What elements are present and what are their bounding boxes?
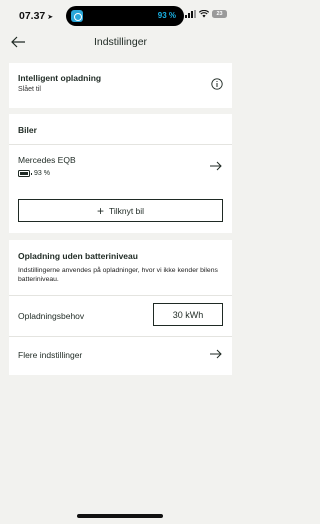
smart-charging-title: Intelligent opladning [18, 73, 102, 83]
header: Indstillinger [0, 30, 241, 56]
info-icon[interactable] [211, 78, 223, 90]
status-time: 07.37 ➤ [19, 10, 53, 22]
wifi-icon [199, 10, 209, 18]
smart-charging-card[interactable]: Intelligent opladning Slået til [9, 63, 232, 108]
divider [9, 144, 232, 145]
charging-need-input[interactable]: 30 kWh [153, 303, 223, 326]
plus-icon: + [96, 203, 104, 218]
no-battery-title: Opladning uden batteriniveau [18, 251, 138, 261]
battery-status-icon: 23 [212, 10, 227, 18]
status-icons: 23 [185, 10, 227, 18]
connect-car-label: Tilknyt bil [108, 205, 145, 216]
page-title: Indstillinger [93, 36, 148, 48]
arrow-right-icon[interactable] [209, 349, 223, 359]
status-bar: 07.37 ➤ 93 % 23 [0, 0, 241, 30]
arrow-right-icon[interactable] [209, 161, 223, 171]
signal-icon [185, 10, 196, 18]
battery-icon [18, 170, 32, 177]
home-indicator[interactable] [77, 514, 163, 518]
car-name[interactable]: Mercedes EQB [18, 155, 76, 165]
cars-title: Biler [18, 125, 37, 135]
location-icon: ➤ [47, 14, 54, 21]
smart-charging-status: Slået til [18, 86, 41, 93]
no-battery-level-card: Opladning uden batteriniveau Indstilling… [9, 240, 232, 375]
connect-car-button[interactable]: + Tilknyt bil [18, 199, 223, 222]
divider [9, 295, 232, 296]
charging-app-icon [71, 10, 83, 22]
car-battery-row: 93 % [18, 170, 50, 177]
no-battery-description: Indstillingerne anvendes på opladninger,… [18, 267, 218, 283]
charging-need-label: Opladningsbehov [18, 311, 85, 321]
more-settings-label: Flere indstillinger [18, 350, 83, 360]
dynamic-island[interactable]: 93 % [66, 6, 184, 26]
status-time-text: 07.37 [19, 10, 46, 22]
cars-card: Biler Mercedes EQB 93 % + Tilknyt bil [9, 114, 232, 233]
car-battery-value: 93 % [34, 170, 50, 177]
island-percent: 93 % [157, 11, 176, 20]
